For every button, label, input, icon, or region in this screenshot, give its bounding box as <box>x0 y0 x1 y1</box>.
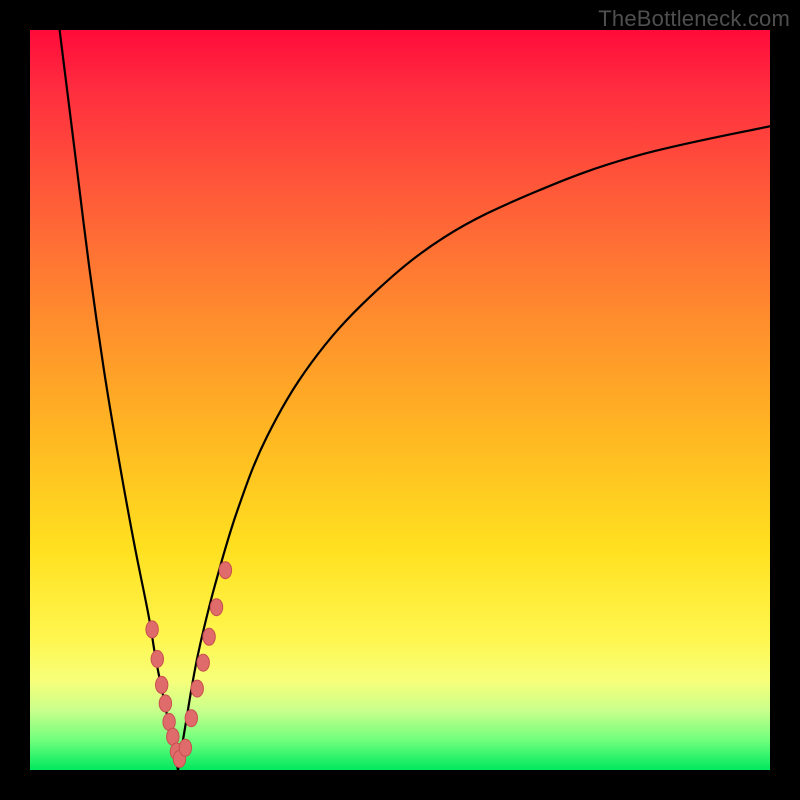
plot-area <box>30 30 770 770</box>
highlight-dot <box>170 743 182 760</box>
highlight-dot <box>163 713 175 730</box>
watermark-text: TheBottleneck.com <box>598 6 790 32</box>
highlight-dot <box>146 621 158 638</box>
highlight-dot <box>203 628 215 645</box>
highlight-dot <box>197 654 209 671</box>
highlight-dot <box>210 599 222 616</box>
highlight-dot <box>185 710 197 727</box>
highlight-dot <box>167 728 179 745</box>
bottleneck-curve <box>30 30 770 770</box>
highlight-dot <box>159 695 171 712</box>
right-branch-path <box>178 126 770 770</box>
highlight-dot <box>156 676 168 693</box>
highlight-dot <box>219 562 231 579</box>
left-branch-path <box>60 30 178 770</box>
chart-frame: TheBottleneck.com <box>0 0 800 800</box>
highlight-dot <box>191 680 203 697</box>
dot-cluster <box>146 562 232 768</box>
highlight-dot <box>179 739 191 756</box>
highlight-dot <box>173 750 185 767</box>
highlight-dot <box>151 651 163 668</box>
